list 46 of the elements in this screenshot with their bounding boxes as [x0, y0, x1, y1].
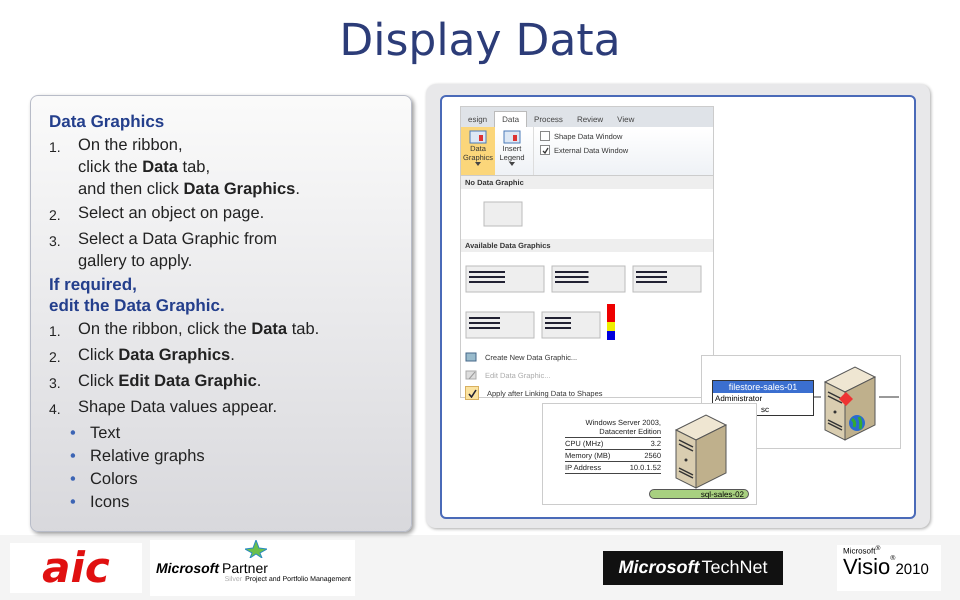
bullet-mark: •	[70, 469, 77, 490]
section-heading: If required, edit the Data Graphic.	[49, 274, 226, 316]
step-number: 4.	[49, 400, 62, 419]
bullet-mark: •	[70, 492, 77, 513]
bullet-mark: •	[70, 446, 77, 467]
bullet-text: Icons	[90, 492, 130, 513]
checkbox[interactable]	[540, 131, 550, 141]
step-number: 2.	[49, 206, 62, 225]
slide-title: Display Data	[339, 14, 621, 66]
ribbon-tab[interactable]: Data	[494, 111, 528, 127]
technet-logo: MicrosoftTechNet	[603, 550, 783, 584]
ribbon-tab[interactable]: Review	[570, 112, 610, 127]
step-text: Click Data Graphics.	[78, 345, 235, 366]
callout-row-text: sc	[760, 404, 770, 415]
ribbon-tab[interactable]: Process	[527, 112, 570, 127]
connector-line	[879, 396, 899, 398]
star-icon	[244, 540, 266, 558]
bullet-text: Text	[90, 423, 120, 444]
step-text: Click Edit Data Graphic.	[78, 371, 262, 392]
step-text: Select a Data Graphic from gallery to apply.	[78, 229, 277, 272]
server-name: sql-sales-02	[649, 489, 749, 499]
callout-row-text: Administrator	[714, 393, 764, 404]
pencil-icon	[465, 369, 477, 381]
bullet-mark: •	[70, 423, 77, 444]
step-number: 1.	[49, 322, 62, 341]
step-number: 2.	[49, 348, 62, 367]
data-graphic-thumbnail[interactable]	[483, 201, 523, 227]
section-heading: Data Graphics	[49, 111, 166, 132]
step-number: 1.	[49, 138, 62, 157]
bullet-text: Relative graphs	[90, 446, 205, 467]
server-name: filestore-sales-01	[713, 381, 813, 393]
step-text: Shape Data values appear.	[78, 397, 278, 418]
checkbox[interactable]	[540, 145, 550, 155]
ribbon-tab[interactable]: esign	[461, 112, 494, 127]
step-number: 3.	[49, 232, 62, 251]
caret-icon	[475, 162, 481, 166]
ribbon-tab[interactable]: View	[610, 112, 642, 127]
step-text: On the ribbon, click the Data tab.	[78, 319, 320, 340]
bullet-text: Colors	[90, 469, 138, 490]
step-text: Select an object on page.	[78, 203, 264, 224]
color-bars-icon	[607, 304, 615, 340]
step-number: 3.	[49, 374, 62, 393]
globe-icon	[848, 414, 866, 432]
caret-icon	[509, 162, 515, 166]
step-text: On the ribbon, click the Data tab, and then click Data Graphics.	[78, 135, 300, 200]
aic-logo: aic	[10, 542, 142, 592]
